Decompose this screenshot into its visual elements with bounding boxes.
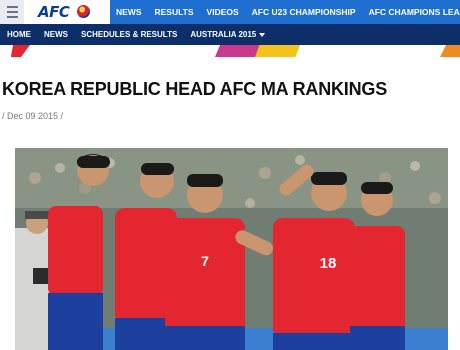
nav-link-results[interactable]: RESULTS — [155, 7, 194, 17]
player-4: 18 — [273, 164, 355, 350]
subnav-link-schedules[interactable]: SCHEDULES & RESULTS — [81, 30, 177, 39]
nav-link-news[interactable]: NEWS — [116, 7, 142, 17]
article-photo: 7 18 — [15, 148, 448, 350]
caret-down-icon — [259, 32, 266, 37]
jersey-number-18: 18 — [320, 255, 337, 272]
secondary-nav: HOME NEWS SCHEDULES & RESULTS AUSTRALIA … — [7, 24, 278, 45]
secondary-nav-bar: HOME NEWS SCHEDULES & RESULTS AUSTRALIA … — [0, 24, 460, 45]
primary-nav: NEWS RESULTS VIDEOS AFC U23 CHAMPIONSHIP… — [116, 0, 460, 24]
subnav-link-news[interactable]: NEWS — [44, 30, 68, 39]
decorative-stripe — [0, 45, 460, 57]
menu-icon[interactable] — [0, 0, 24, 24]
article-date: / Dec 09 2015 / — [2, 111, 64, 121]
nav-link-videos[interactable]: VIDEOS — [207, 7, 239, 17]
logo-text: AFC — [38, 3, 70, 21]
article-title: KOREA REPUBLIC HEAD AFC MA RANKINGS — [2, 79, 388, 99]
nav-link-u23[interactable]: AFC U23 CHAMPIONSHIP — [252, 7, 356, 17]
subnav-label-australia: AUSTRALIA 2015 — [190, 30, 257, 39]
afc-logo[interactable]: AFC — [24, 0, 110, 24]
nav-link-champions-league[interactable]: AFC CHAMPIONS LEAGUE — [369, 7, 460, 17]
logo-ball-icon — [77, 5, 90, 18]
top-nav-bar: AFC NEWS RESULTS VIDEOS AFC U23 CHAMPION… — [0, 0, 460, 24]
subnav-link-australia-2015[interactable]: AUSTRALIA 2015 — [190, 30, 266, 39]
subnav-link-home[interactable]: HOME — [7, 30, 31, 39]
players-illustration: 7 18 — [15, 148, 448, 350]
jersey-number-7: 7 — [201, 253, 209, 269]
